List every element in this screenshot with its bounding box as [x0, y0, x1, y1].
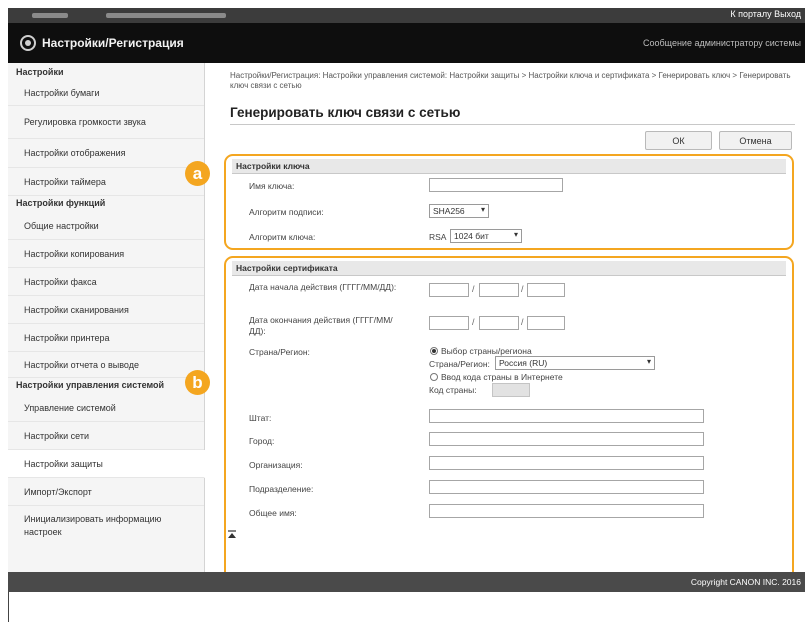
country-code-input[interactable] — [492, 383, 530, 397]
end-date-label: Дата окончания действия (ГГГГ/ММ/ДД): — [249, 315, 393, 336]
cancel-button[interactable]: Отмена — [719, 131, 792, 150]
sidebar-item-timer[interactable]: Настройки таймера — [8, 168, 204, 196]
sidebar: Настройки Настройки бумаги Регулировка г… — [8, 63, 205, 572]
chevron-down-icon: ▾ — [480, 205, 485, 214]
start-date-month-input[interactable] — [479, 283, 519, 297]
sidebar-item-printer[interactable]: Настройки принтера — [8, 324, 204, 352]
sidebar-item-output-report[interactable]: Настройки отчета о выводе — [8, 352, 204, 378]
start-date-year-input[interactable] — [429, 283, 469, 297]
organization-input[interactable] — [429, 456, 704, 470]
select-country-radio[interactable] — [430, 347, 438, 355]
app-title: Настройки/Регистрация — [42, 36, 184, 50]
main-content: Настройки/Регистрация: Настройки управле… — [205, 63, 805, 586]
certificate-settings-heading: Настройки сертификата — [232, 261, 786, 276]
end-date-month-input[interactable] — [479, 316, 519, 330]
admin-message-link[interactable]: Сообщение администратору системы — [643, 38, 801, 48]
key-algorithm-prefix: RSA — [429, 232, 447, 242]
sidebar-item-display[interactable]: Настройки отображения — [8, 139, 204, 168]
common-name-input[interactable] — [429, 504, 704, 518]
unit-input[interactable] — [429, 480, 704, 494]
sidebar-item-common[interactable]: Общие настройки — [8, 212, 204, 240]
sidebar-item-import-export[interactable]: Импорт/Экспорт — [8, 478, 204, 506]
page-title: Генерировать ключ связи с сетью — [230, 105, 461, 120]
copyright-text: Copyright CANON INC. 2016 — [690, 577, 801, 587]
title-divider — [230, 124, 795, 125]
portal-logout-links[interactable]: К порталу Выход — [730, 9, 801, 19]
key-length-value: 1024 бит — [454, 231, 489, 241]
scroll-to-top-icon[interactable] — [227, 530, 237, 540]
callout-badge-b: b — [185, 370, 210, 395]
state-input[interactable] — [429, 409, 704, 423]
window-edge — [8, 592, 9, 622]
key-name-label: Имя ключа: — [249, 181, 295, 191]
sidebar-item-copy[interactable]: Настройки копирования — [8, 240, 204, 268]
state-label: Штат: — [249, 413, 272, 423]
signature-algorithm-value: SHA256 — [433, 206, 465, 216]
signature-algorithm-label: Алгоритм подписи: — [249, 207, 324, 217]
settings-registration-icon — [20, 35, 36, 51]
date-separator: / — [521, 284, 524, 294]
end-date-day-input[interactable] — [527, 316, 565, 330]
key-settings-heading: Настройки ключа — [232, 159, 786, 174]
sidebar-item-security[interactable]: Настройки защиты — [8, 450, 205, 478]
breadcrumb: Настройки/Регистрация: Настройки управле… — [230, 71, 791, 90]
key-length-select[interactable]: 1024 бит ▾ — [450, 229, 522, 243]
country-region-select[interactable]: Россия (RU) ▾ — [495, 356, 655, 370]
sidebar-item-scan[interactable]: Настройки сканирования — [8, 296, 204, 324]
enter-country-code-radio[interactable] — [430, 373, 438, 381]
date-separator: / — [472, 317, 475, 327]
sidebar-item-paper[interactable]: Настройки бумаги — [8, 81, 204, 106]
ok-button[interactable]: ОК — [645, 131, 712, 150]
chevron-down-icon: ▾ — [646, 357, 651, 366]
select-country-option-label: Выбор страны/региона — [441, 346, 532, 356]
callout-badge-a: a — [185, 161, 210, 186]
sidebar-item-initialize[interactable]: Инициализировать информацию настроек — [8, 506, 204, 546]
sidebar-item-fax[interactable]: Настройки факса — [8, 268, 204, 296]
organization-label: Организация: — [249, 460, 303, 470]
sidebar-item-volume[interactable]: Регулировка громкости звука — [8, 106, 204, 139]
chevron-down-icon: ▾ — [513, 230, 518, 239]
sidebar-group-heading: Настройки управления системой — [16, 380, 165, 390]
key-name-input[interactable] — [429, 178, 563, 192]
country-code-label: Код страны: — [429, 385, 477, 395]
blurred-text — [32, 13, 68, 18]
start-date-day-input[interactable] — [527, 283, 565, 297]
city-input[interactable] — [429, 432, 704, 446]
sidebar-group-heading: Настройки функций — [16, 198, 106, 208]
sidebar-item-system-management[interactable]: Управление системой — [8, 394, 204, 422]
end-date-year-input[interactable] — [429, 316, 469, 330]
date-separator: / — [472, 284, 475, 294]
common-name-label: Общее имя: — [249, 508, 297, 518]
footer: Copyright CANON INC. 2016 — [8, 572, 805, 592]
sidebar-group-heading: Настройки — [16, 67, 64, 77]
country-select-label: Страна/Регион: — [429, 359, 490, 369]
app-header: Настройки/Регистрация Сообщение админист… — [8, 23, 805, 63]
unit-label: Подразделение: — [249, 484, 314, 494]
sidebar-item-network[interactable]: Настройки сети — [8, 422, 204, 450]
top-system-bar: К порталу Выход — [8, 8, 805, 23]
city-label: Город: — [249, 436, 275, 446]
date-separator: / — [521, 317, 524, 327]
start-date-label: Дата начала действия (ГГГГ/ММ/ДД): — [249, 282, 397, 292]
enter-country-code-option-label: Ввод кода страны в Интернете — [441, 372, 563, 382]
blurred-text — [106, 13, 226, 18]
signature-algorithm-select[interactable]: SHA256 ▾ — [429, 204, 489, 218]
country-region-value: Россия (RU) — [499, 358, 548, 368]
key-algorithm-label: Алгоритм ключа: — [249, 232, 316, 242]
country-region-label: Страна/Регион: — [249, 347, 310, 357]
